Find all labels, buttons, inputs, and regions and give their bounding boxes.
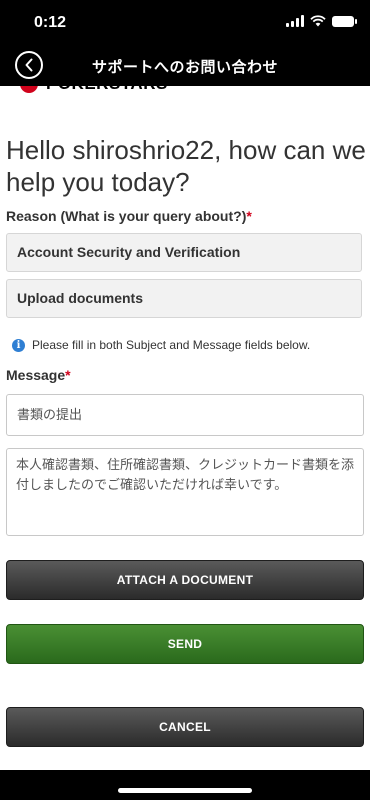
- subreason-select[interactable]: Upload documents: [6, 279, 362, 318]
- battery-icon: [332, 15, 357, 27]
- message-label: Message*: [6, 367, 71, 383]
- attach-document-button[interactable]: ATTACH A DOCUMENT: [6, 560, 364, 600]
- pokerstars-logo: POKERSTARS: [20, 86, 168, 94]
- nav-bar: サポートへのお問い合わせ: [0, 46, 370, 86]
- status-time: 0:12: [34, 14, 67, 31]
- nav-title: サポートへのお問い合わせ: [91, 59, 278, 76]
- logo-strip: POKERSTARS: [0, 86, 370, 94]
- subject-input[interactable]: 書類の提出: [6, 394, 364, 436]
- reason-select[interactable]: Account Security and Verification: [6, 233, 362, 272]
- info-notice: i Please fill in both Subject and Messag…: [12, 338, 310, 352]
- message-label-text: Message: [6, 367, 66, 383]
- send-button[interactable]: SEND: [6, 624, 364, 664]
- required-mark: *: [246, 208, 252, 224]
- reason-label: Reason (What is your query about?)*: [6, 208, 252, 224]
- reason-label-text: Reason (What is your query about?): [6, 208, 247, 224]
- spade-logo-icon: [20, 86, 38, 93]
- wifi-icon: [310, 15, 326, 27]
- greeting-heading: Hello shiroshrio22, how can we help you …: [6, 135, 366, 197]
- home-indicator[interactable]: [118, 788, 252, 793]
- info-text: Please fill in both Subject and Message …: [32, 338, 311, 352]
- required-mark: *: [65, 367, 71, 383]
- phone-screen: 0:12 サポートへのお問い合わせ POKERSTARS: [0, 0, 370, 800]
- home-bar-area: [0, 770, 370, 800]
- cellular-signal-icon: [286, 15, 304, 27]
- info-icon: i: [12, 338, 25, 352]
- status-icons: [286, 15, 357, 27]
- web-content: POKERSTARS Hello shiroshrio22, how can w…: [0, 86, 370, 770]
- message-textarea[interactable]: 本人確認書類、住所確認書類、クレジットカード書類を添付しましたのでご確認いただけ…: [6, 448, 364, 536]
- logo-text: POKERSTARS: [46, 86, 168, 94]
- cancel-button[interactable]: CANCEL: [6, 707, 364, 747]
- status-bar: 0:12: [0, 0, 370, 46]
